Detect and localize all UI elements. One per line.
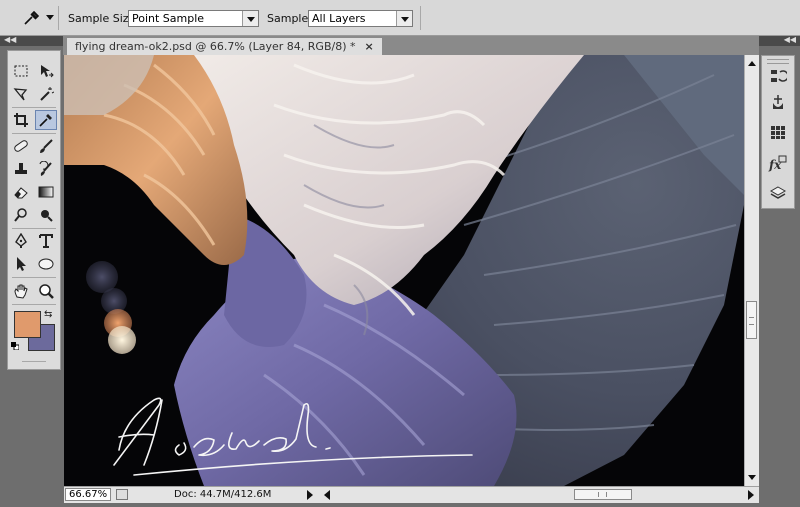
swap-colors-icon[interactable]: ⇆ xyxy=(44,309,52,320)
chevron-down-icon[interactable] xyxy=(46,15,54,20)
divider xyxy=(12,228,56,229)
zoom-icon[interactable] xyxy=(35,281,57,301)
divider xyxy=(12,277,56,278)
tools-panel: ⇆ xyxy=(7,50,61,370)
hand-icon[interactable] xyxy=(10,281,32,301)
divider xyxy=(420,6,421,30)
options-bar: Sample Size: Point Sample Sample: All La… xyxy=(0,0,800,36)
document-info: Doc: 44.7M/412.6M xyxy=(174,489,272,500)
sample-label: Sample: xyxy=(267,12,312,25)
vertical-scrollbar[interactable] xyxy=(744,55,759,486)
dock-header[interactable]: ◀◀ xyxy=(759,35,800,46)
layers-icon[interactable] xyxy=(768,183,788,203)
panel-dock: fx xyxy=(761,55,795,209)
crop-icon[interactable] xyxy=(10,110,32,130)
vertical-scroll-thumb[interactable] xyxy=(746,301,757,339)
navigator-icon[interactable] xyxy=(116,489,128,500)
chevron-down-icon[interactable] xyxy=(242,11,258,26)
eraser-icon[interactable] xyxy=(10,182,32,202)
path-selection-icon[interactable] xyxy=(10,254,32,274)
eyedropper-icon[interactable] xyxy=(35,110,57,130)
move-icon[interactable] xyxy=(35,61,57,81)
tool-preset-picker[interactable] xyxy=(14,6,59,30)
svg-text:fx: fx xyxy=(768,158,782,172)
sample-select[interactable]: All Layers xyxy=(308,10,413,27)
pen-icon[interactable] xyxy=(10,231,32,251)
clone-stamp-icon[interactable] xyxy=(10,159,32,179)
lasso-icon[interactable] xyxy=(10,84,32,104)
gradient-icon[interactable] xyxy=(35,182,57,202)
foreground-color-swatch[interactable] xyxy=(14,311,41,338)
document-tab-bar: flying dream-ok2.psd @ 66.7% (Layer 84, … xyxy=(63,36,759,56)
collapse-icon[interactable]: ◀◀ xyxy=(4,35,16,44)
dodge-icon[interactable] xyxy=(10,205,32,225)
artwork-wing-painting xyxy=(64,55,744,486)
expand-icon[interactable]: ◀◀ xyxy=(784,35,796,44)
horizontal-scrollbar[interactable] xyxy=(320,487,759,503)
chevron-down-icon[interactable] xyxy=(396,11,412,26)
scroll-down-icon[interactable] xyxy=(748,475,756,480)
ellipse-shape-icon[interactable] xyxy=(35,254,57,274)
sample-size-select[interactable]: Point Sample xyxy=(128,10,259,27)
divider xyxy=(12,133,56,134)
type-icon[interactable] xyxy=(35,231,57,251)
styles-fx-icon[interactable]: fx xyxy=(768,153,788,173)
zoom-field[interactable]: 66.67% xyxy=(65,488,111,501)
divider xyxy=(12,304,56,305)
sample-value: All Layers xyxy=(312,12,366,25)
status-menu-arrow-icon[interactable] xyxy=(307,490,313,500)
bokeh-light xyxy=(108,326,136,354)
divider xyxy=(22,361,46,362)
magic-wand-icon[interactable] xyxy=(35,84,57,104)
horizontal-scroll-thumb[interactable] xyxy=(574,489,632,500)
tools-panel-header[interactable]: ◀◀ xyxy=(0,35,63,46)
scroll-left-icon[interactable] xyxy=(324,490,330,500)
actions-icon[interactable] xyxy=(768,93,788,113)
history-icon[interactable] xyxy=(768,66,788,86)
document-tab[interactable]: flying dream-ok2.psd @ 66.7% (Layer 84, … xyxy=(66,37,383,56)
dock-grip[interactable] xyxy=(767,59,789,64)
history-brush-icon[interactable] xyxy=(35,159,57,179)
scroll-right-icon[interactable] xyxy=(748,490,754,500)
eyedropper-icon xyxy=(24,10,40,25)
brush-icon[interactable] xyxy=(35,136,57,156)
status-bar: 66.67% Doc: 44.7M/412.6M xyxy=(64,486,759,503)
divider xyxy=(12,107,56,108)
rectangular-marquee-icon[interactable] xyxy=(10,61,32,81)
healing-brush-icon[interactable] xyxy=(10,136,32,156)
swatches-icon[interactable] xyxy=(768,122,788,142)
document-canvas[interactable] xyxy=(64,55,744,486)
blur-icon[interactable] xyxy=(35,205,57,225)
document-title: flying dream-ok2.psd @ 66.7% (Layer 84, … xyxy=(75,40,356,53)
sample-size-value: Point Sample xyxy=(132,12,205,25)
close-icon[interactable]: × xyxy=(364,40,373,53)
default-colors-icon[interactable] xyxy=(11,342,19,350)
scroll-up-icon[interactable] xyxy=(748,61,756,66)
